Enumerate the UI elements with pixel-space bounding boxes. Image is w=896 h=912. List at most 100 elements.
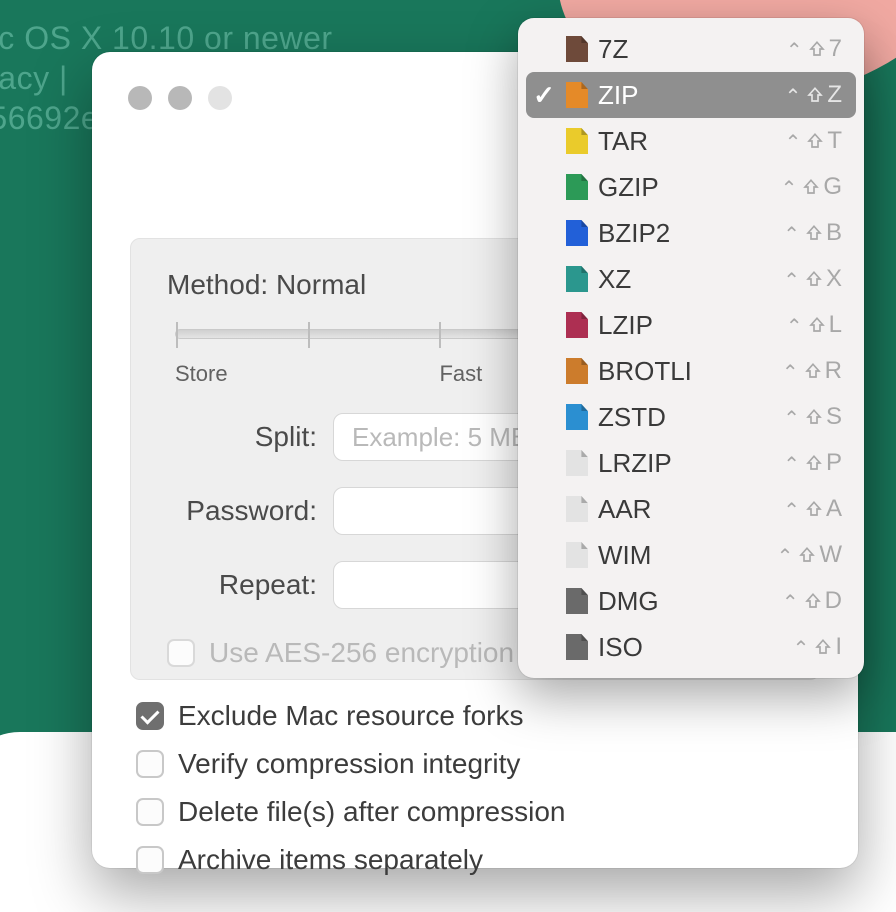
shift-key-icon <box>805 408 823 426</box>
menu-item-lrzip[interactable]: ✓LRZIP⌃P <box>526 440 856 486</box>
control-key-icon: ⌃ <box>793 636 812 661</box>
option-verify-integrity[interactable]: Verify compression integrity <box>136 748 565 780</box>
aes-label: Use AES-256 encryption <box>209 637 514 669</box>
menu-item-iso[interactable]: ✓ISO⌃I <box>526 624 856 670</box>
format-dropdown-menu[interactable]: ✓7Z⌃7✓ZIP⌃Z✓TAR⌃T✓GZIP⌃G✓BZIP2⌃B✓XZ⌃X✓LZ… <box>518 18 864 678</box>
menu-item-label: ZSTD <box>598 402 773 433</box>
shortcut-key: L <box>829 311 844 339</box>
window-traffic-lights <box>128 86 232 110</box>
checkmark-icon: ✓ <box>532 80 556 111</box>
control-key-icon: ⌃ <box>782 360 801 385</box>
slider-tick <box>308 322 310 348</box>
aes-checkbox[interactable] <box>167 639 195 667</box>
option-label: Delete file(s) after compression <box>178 796 565 828</box>
option-archive-separately[interactable]: Archive items separately <box>136 844 565 876</box>
shift-key-icon <box>806 132 824 150</box>
shortcut-key: G <box>823 173 844 201</box>
background-text-line2: gacy | <box>0 60 68 97</box>
menu-item-brotli[interactable]: ✓BROTLI⌃R <box>526 348 856 394</box>
menu-item-zstd[interactable]: ✓ZSTD⌃S <box>526 394 856 440</box>
repeat-label: Repeat: <box>167 569 317 601</box>
menu-item-shortcut: ⌃W <box>777 541 844 569</box>
menu-item-zip[interactable]: ✓ ZIP ⌃Z <box>526 72 856 118</box>
menu-item-wim[interactable]: ✓WIM⌃W <box>526 532 856 578</box>
menu-item-label: XZ <box>598 264 773 295</box>
shift-key-icon <box>805 224 823 242</box>
menu-item-label: LRZIP <box>598 448 773 479</box>
shift-key-icon <box>805 454 823 472</box>
control-key-icon: ⌃ <box>783 498 802 523</box>
file-icon <box>566 542 588 568</box>
checkbox-icon[interactable] <box>136 750 164 778</box>
menu-item-shortcut: ⌃L <box>786 311 844 339</box>
control-key-icon: ⌃ <box>777 544 796 569</box>
shortcut-key: P <box>826 449 844 477</box>
file-icon <box>566 82 588 108</box>
slider-label-fast: Fast <box>439 361 482 387</box>
file-icon <box>566 174 588 200</box>
menu-item-shortcut: ⌃P <box>783 449 844 477</box>
shortcut-key: T <box>827 127 844 155</box>
shortcut-key: X <box>826 265 844 293</box>
menu-item-shortcut: ⌃I <box>793 633 844 661</box>
checkbox-icon[interactable] <box>136 798 164 826</box>
file-icon <box>566 220 588 246</box>
control-key-icon: ⌃ <box>781 176 800 201</box>
traffic-minimize-icon[interactable] <box>168 86 192 110</box>
shortcut-key: A <box>826 495 844 523</box>
menu-item-dmg[interactable]: ✓DMG⌃D <box>526 578 856 624</box>
method-value: Normal <box>276 269 366 300</box>
menu-item-gzip[interactable]: ✓GZIP⌃G <box>526 164 856 210</box>
menu-item-bzip2[interactable]: ✓BZIP2⌃B <box>526 210 856 256</box>
option-label: Archive items separately <box>178 844 483 876</box>
option-label: Verify compression integrity <box>178 748 520 780</box>
file-icon <box>566 634 588 660</box>
option-exclude-forks[interactable]: Exclude Mac resource forks <box>136 700 565 732</box>
background-text-line3: f56692e <box>0 100 99 137</box>
menu-item-lzip[interactable]: ✓LZIP⌃L <box>526 302 856 348</box>
menu-item-shortcut: ⌃D <box>782 587 844 615</box>
menu-item-7z[interactable]: ✓7Z⌃7 <box>526 26 856 72</box>
menu-item-label: AAR <box>598 494 773 525</box>
traffic-zoom-icon[interactable] <box>208 86 232 110</box>
menu-item-tar[interactable]: ✓TAR⌃T <box>526 118 856 164</box>
menu-item-shortcut: ⌃Z <box>785 81 844 109</box>
file-icon <box>566 358 588 384</box>
menu-item-shortcut: ⌃R <box>782 357 844 385</box>
option-label: Exclude Mac resource forks <box>178 700 523 732</box>
menu-item-label: GZIP <box>598 172 771 203</box>
menu-item-label: BZIP2 <box>598 218 773 249</box>
menu-item-shortcut: ⌃G <box>781 173 844 201</box>
menu-item-shortcut: ⌃X <box>783 265 844 293</box>
menu-item-aar[interactable]: ✓AAR⌃A <box>526 486 856 532</box>
file-icon <box>566 496 588 522</box>
file-icon <box>566 266 588 292</box>
control-key-icon: ⌃ <box>785 130 804 155</box>
shift-key-icon <box>805 270 823 288</box>
control-key-icon: ⌃ <box>783 452 802 477</box>
shift-key-icon <box>806 86 824 104</box>
shift-key-icon <box>802 178 820 196</box>
shortcut-key: S <box>826 403 844 431</box>
checkbox-icon[interactable] <box>136 846 164 874</box>
menu-item-xz[interactable]: ✓XZ⌃X <box>526 256 856 302</box>
menu-item-label: ZIP <box>598 80 775 111</box>
shift-key-icon <box>798 546 816 564</box>
traffic-close-icon[interactable] <box>128 86 152 110</box>
menu-item-shortcut: ⌃7 <box>786 35 844 63</box>
checkbox-icon[interactable] <box>136 702 164 730</box>
shortcut-key: D <box>825 587 844 615</box>
shortcut-key: I <box>835 633 844 661</box>
option-delete-after[interactable]: Delete file(s) after compression <box>136 796 565 828</box>
control-key-icon: ⌃ <box>783 222 802 247</box>
menu-item-label: TAR <box>598 126 775 157</box>
shortcut-key: R <box>825 357 844 385</box>
menu-item-shortcut: ⌃A <box>783 495 844 523</box>
password-label: Password: <box>167 495 317 527</box>
control-key-icon: ⌃ <box>782 590 801 615</box>
shortcut-key: Z <box>827 81 844 109</box>
menu-item-label: LZIP <box>598 310 776 341</box>
slider-tick <box>176 322 178 348</box>
control-key-icon: ⌃ <box>786 314 805 339</box>
method-caption: Method: <box>167 269 268 300</box>
